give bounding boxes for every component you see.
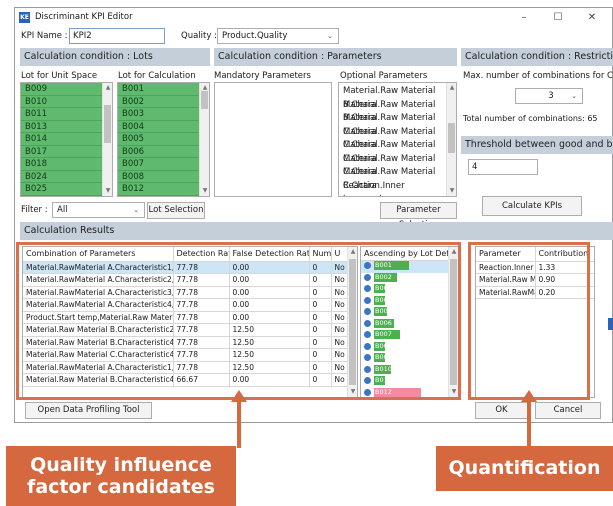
scroll-down-icon[interactable]: ▼: [447, 186, 456, 196]
unit-space-label: Lot for Unit Space: [21, 71, 98, 81]
scroll-down-icon[interactable]: ▼: [103, 186, 112, 196]
list-item[interactable]: B011: [21, 108, 112, 121]
list-item[interactable]: B003: [118, 108, 209, 121]
unit-space-list[interactable]: B009 B010 B011 B013 B014 B017 B018 B024 B025 ▲ ▼: [20, 82, 113, 197]
left-arrow-shaft: [237, 400, 241, 448]
params-header: Calculation condition : Parameters: [214, 48, 457, 66]
scrollbar[interactable]: ▲ ▼: [199, 83, 209, 196]
maximize-icon[interactable]: ☐: [541, 8, 575, 26]
filter-label: Filter :: [21, 205, 48, 215]
list-item[interactable]: B005: [118, 133, 209, 146]
list-item[interactable]: B006: [118, 145, 209, 158]
filter-select[interactable]: All ⌄: [52, 202, 145, 218]
quantification-highlight: [468, 242, 590, 400]
list-item[interactable]: Material.Raw Material B.Chara: [339, 99, 456, 124]
list-item[interactable]: B004: [118, 120, 209, 133]
quality-select[interactable]: Product.Quality ⌄: [217, 28, 339, 44]
scroll-up-icon[interactable]: ▲: [103, 83, 112, 93]
quantification-callout: Quantification: [436, 446, 613, 491]
list-item[interactable]: Material.Raw Material C.Chara: [339, 112, 456, 137]
list-item[interactable]: Material.Raw Material C.Chara: [339, 153, 456, 178]
list-item[interactable]: B018: [21, 158, 112, 171]
quality-label: Quality :: [181, 31, 217, 41]
max-combos-select[interactable]: 3 ⌄: [515, 88, 583, 104]
chevron-down-icon: ⌄: [133, 206, 139, 214]
app-icon: KE: [19, 11, 30, 23]
lots-header: Calculation condition : Lots: [20, 48, 210, 66]
calc-lot-label: Lot for Calculation: [118, 71, 196, 81]
threshold-header: Threshold between good and b: [461, 136, 613, 154]
title-bar: KE Discriminant KPI Editor – ☐ ✕: [15, 8, 613, 26]
kpi-name-label: KPI Name :: [21, 31, 68, 41]
list-item[interactable]: B012: [118, 183, 209, 196]
scrollbar[interactable]: ▲ ▼: [102, 83, 112, 196]
scrollbar[interactable]: ▲ ▼: [446, 83, 456, 196]
list-item[interactable]: B024: [21, 170, 112, 183]
list-item[interactable]: Material.Raw Material C.Chara: [339, 166, 456, 191]
scroll-down-icon[interactable]: ▼: [200, 186, 209, 196]
filter-value: All: [57, 205, 68, 215]
list-item[interactable]: Material.Raw Material C.Chara: [339, 139, 456, 164]
list-item[interactable]: B009: [21, 83, 112, 96]
chevron-down-icon: ⌄: [327, 32, 333, 40]
list-item[interactable]: B001: [118, 83, 209, 96]
list-item[interactable]: B025: [21, 183, 112, 196]
list-item[interactable]: B010: [21, 95, 112, 108]
list-item[interactable]: Material.Raw Material B.Chara: [339, 85, 456, 110]
ok-button[interactable]: OK: [475, 402, 528, 419]
scroll-up-icon[interactable]: ▲: [447, 83, 456, 93]
up-arrow-icon: [521, 390, 537, 402]
list-item[interactable]: B014: [21, 133, 112, 146]
chevron-down-icon: ⌄: [571, 92, 577, 100]
parameter-selection-button[interactable]: Parameter Selection: [380, 202, 457, 230]
list-item[interactable]: B008: [118, 170, 209, 183]
close-icon[interactable]: ✕: [575, 8, 609, 26]
edge-marker: [608, 318, 613, 330]
open-profiling-tool-button[interactable]: Open Data Profiling Tool: [25, 402, 152, 419]
minimize-icon[interactable]: –: [507, 8, 541, 26]
mandatory-list[interactable]: [214, 82, 332, 197]
quality-factor-highlight: [16, 242, 461, 400]
optional-list[interactable]: Material.Raw Material B.Chara Material.Ra…: [338, 82, 457, 197]
restrict-header: Calculation condition : Restricti: [461, 48, 613, 66]
list-item[interactable]: B002: [118, 95, 209, 108]
right-arrow-shaft: [527, 400, 531, 446]
mandatory-label: Mandatory Parameters: [214, 71, 311, 81]
max-combos-value: 3: [548, 91, 554, 101]
max-combos-label: Max. number of combinations for C: [463, 71, 613, 81]
lot-selection-button[interactable]: Lot Selection: [147, 202, 205, 219]
list-item[interactable]: B017: [21, 145, 112, 158]
calculate-kpis-button[interactable]: Calculate KPIs: [482, 196, 582, 216]
total-combos-label: Total number of combinations: 65: [463, 114, 598, 123]
window-title: Discriminant KPI Editor: [35, 12, 133, 22]
cancel-button[interactable]: Cancel: [535, 402, 601, 419]
results-header: Calculation Results: [20, 222, 613, 240]
quality-factor-callout: Quality influence factor candidates: [6, 446, 236, 506]
calc-lot-list[interactable]: B001 B002 B003 B004 B005 B006 B007 B008 B012 ▲ ▼: [117, 82, 210, 197]
list-item[interactable]: B013: [21, 120, 112, 133]
kpi-name-input[interactable]: KPI2: [69, 28, 165, 44]
list-item[interactable]: B007: [118, 158, 209, 171]
list-item[interactable]: Material.Raw Material C.Chara: [339, 126, 456, 151]
up-arrow-icon: [231, 390, 247, 402]
quality-value: Product.Quality: [222, 31, 288, 41]
threshold-input[interactable]: 4: [468, 159, 538, 175]
list-item[interactable]: Reaction.Inner temperature_m: [339, 180, 456, 197]
optional-label: Optional Parameters: [340, 71, 428, 81]
